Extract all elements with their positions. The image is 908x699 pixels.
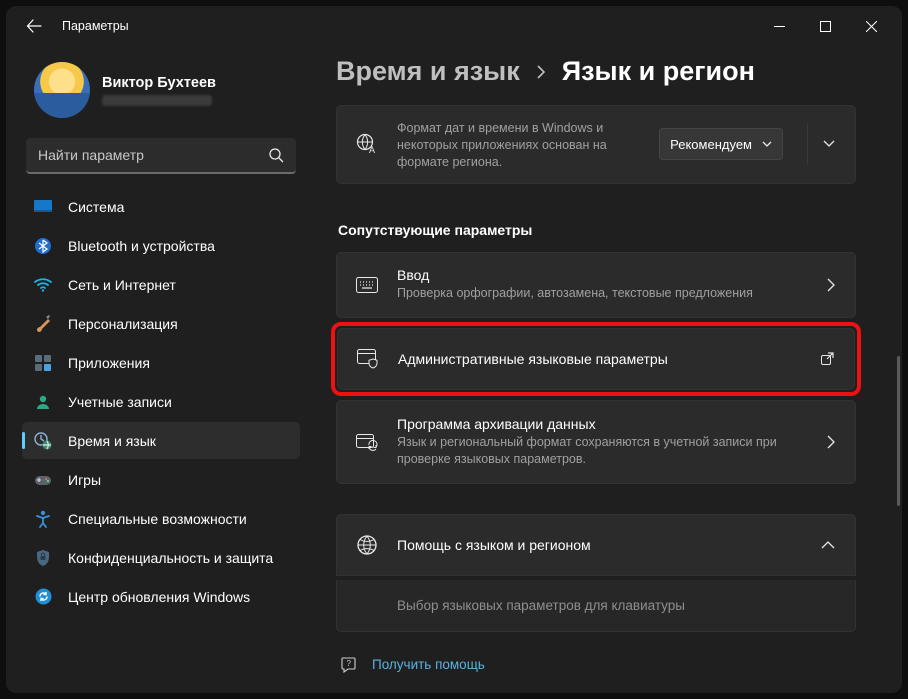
maximize-button[interactable] [802, 6, 848, 46]
sidebar-item-gaming[interactable]: Игры [22, 461, 300, 498]
arrow-left-icon [26, 18, 42, 34]
regional-format-dropdown[interactable]: Рекомендуем [659, 128, 783, 160]
admin-title: Административные языковые параметры [398, 351, 798, 367]
sidebar-item-bluetooth[interactable]: Bluetooth и устройства [22, 227, 300, 264]
breadcrumb-parent[interactable]: Время и язык [336, 56, 520, 87]
input-card[interactable]: Ввод Проверка орфографии, автозамена, те… [336, 252, 856, 318]
svg-text:A: A [369, 145, 375, 155]
avatar [34, 62, 90, 118]
apps-icon [34, 354, 52, 372]
sidebar-item-update[interactable]: Центр обновления Windows [22, 578, 300, 615]
profile-email [102, 95, 212, 106]
help-title: Помощь с языком и регионом [397, 537, 799, 553]
scrollbar[interactable] [897, 356, 900, 506]
bluetooth-icon [34, 237, 52, 255]
sidebar: Виктор Бухтеев Система Bluetooth и устро… [6, 46, 316, 693]
profile[interactable]: Виктор Бухтеев [18, 54, 304, 132]
breadcrumb: Время и язык Язык и регион [336, 46, 894, 105]
search-icon [268, 147, 284, 163]
sidebar-item-accessibility[interactable]: Специальные возможности [22, 500, 300, 537]
profile-name: Виктор Бухтеев [102, 75, 216, 91]
keyboard-icon [355, 277, 379, 293]
sync-icon [355, 432, 379, 452]
nav: Система Bluetooth и устройства Сеть и Ин… [18, 188, 304, 615]
close-button[interactable] [848, 6, 894, 46]
window-shield-icon [356, 349, 380, 369]
sidebar-item-label: Специальные возможности [68, 511, 247, 527]
backup-title: Программа архивации данных [397, 416, 805, 432]
help-expander[interactable]: Помощь с языком и регионом [336, 514, 856, 576]
get-help-link[interactable]: ? Получить помощь [336, 632, 894, 674]
highlight-annotation: Административные языковые параметры [331, 322, 861, 396]
sidebar-item-personalization[interactable]: Персонализация [22, 305, 300, 342]
help-icon: ? [340, 656, 358, 674]
external-link-icon [816, 348, 838, 370]
window-controls [756, 6, 894, 46]
sidebar-item-label: Игры [68, 472, 101, 488]
search-box[interactable] [26, 138, 296, 174]
breadcrumb-current: Язык и регион [562, 56, 755, 87]
window-title: Параметры [62, 19, 129, 33]
sidebar-item-label: Конфиденциальность и защита [68, 550, 273, 566]
chevron-up-icon [817, 537, 839, 553]
sidebar-item-accounts[interactable]: Учетные записи [22, 383, 300, 420]
back-button[interactable] [18, 10, 50, 42]
sidebar-item-privacy[interactable]: Конфиденциальность и защита [22, 539, 300, 576]
chevron-right-icon [823, 431, 839, 453]
help-group: Помощь с языком и регионом Выбор языковы… [336, 514, 856, 632]
regional-format-sub: Формат дат и времени в Windows и некотор… [397, 120, 641, 171]
globe-text-icon: A [355, 133, 379, 155]
sidebar-item-network[interactable]: Сеть и Интернет [22, 266, 300, 303]
body: Виктор Бухтеев Система Bluetooth и устро… [6, 46, 902, 693]
gamepad-icon [34, 471, 52, 489]
clock-globe-icon [34, 432, 52, 450]
sidebar-item-label: Сеть и Интернет [68, 277, 176, 293]
backup-sub: Язык и региональный формат сохраняются в… [397, 434, 777, 468]
section-related: Сопутствующие параметры [336, 188, 856, 252]
titlebar: Параметры [6, 6, 902, 46]
sidebar-item-label: Bluetooth и устройства [68, 238, 215, 254]
sidebar-item-label: Время и язык [68, 433, 156, 449]
admin-language-card[interactable]: Административные языковые параметры [337, 328, 855, 390]
person-icon [34, 393, 52, 411]
sidebar-item-label: Система [68, 199, 124, 215]
update-icon [34, 588, 52, 606]
sidebar-item-time-language[interactable]: Время и язык [22, 422, 300, 459]
sidebar-item-apps[interactable]: Приложения [22, 344, 300, 381]
input-sub: Проверка орфографии, автозамена, текстов… [397, 285, 805, 302]
sidebar-item-label: Приложения [68, 355, 150, 371]
search-input[interactable] [38, 147, 268, 163]
chevron-right-icon [823, 274, 839, 296]
minimize-icon [774, 21, 785, 32]
help-sublink[interactable]: Выбор языковых параметров для клавиатуры [336, 580, 856, 632]
regional-format-card[interactable]: A Формат дат и времени в Windows и некот… [336, 105, 856, 184]
wifi-icon [34, 276, 52, 294]
minimize-button[interactable] [756, 6, 802, 46]
sidebar-item-label: Учетные записи [68, 394, 172, 410]
sidebar-item-system[interactable]: Система [22, 188, 300, 225]
settings-window: Параметры Виктор Бухтеев [6, 6, 902, 693]
sidebar-item-label: Персонализация [68, 316, 178, 332]
main: Время и язык Язык и регион A Формат дат … [316, 46, 902, 693]
input-title: Ввод [397, 267, 805, 283]
sidebar-item-label: Центр обновления Windows [68, 589, 250, 605]
display-icon [34, 198, 52, 216]
accessibility-icon [34, 510, 52, 528]
chevron-down-icon [762, 141, 772, 147]
close-icon [866, 21, 877, 32]
paintbrush-icon [34, 315, 52, 333]
globe-icon [355, 534, 379, 556]
svg-text:?: ? [347, 659, 352, 668]
shield-icon [34, 549, 52, 567]
maximize-icon [820, 21, 831, 32]
backup-card[interactable]: Программа архивации данных Язык и регион… [336, 400, 856, 484]
chevron-down-icon [823, 140, 835, 148]
chevron-right-icon [536, 64, 546, 80]
expand-button[interactable] [807, 123, 849, 165]
